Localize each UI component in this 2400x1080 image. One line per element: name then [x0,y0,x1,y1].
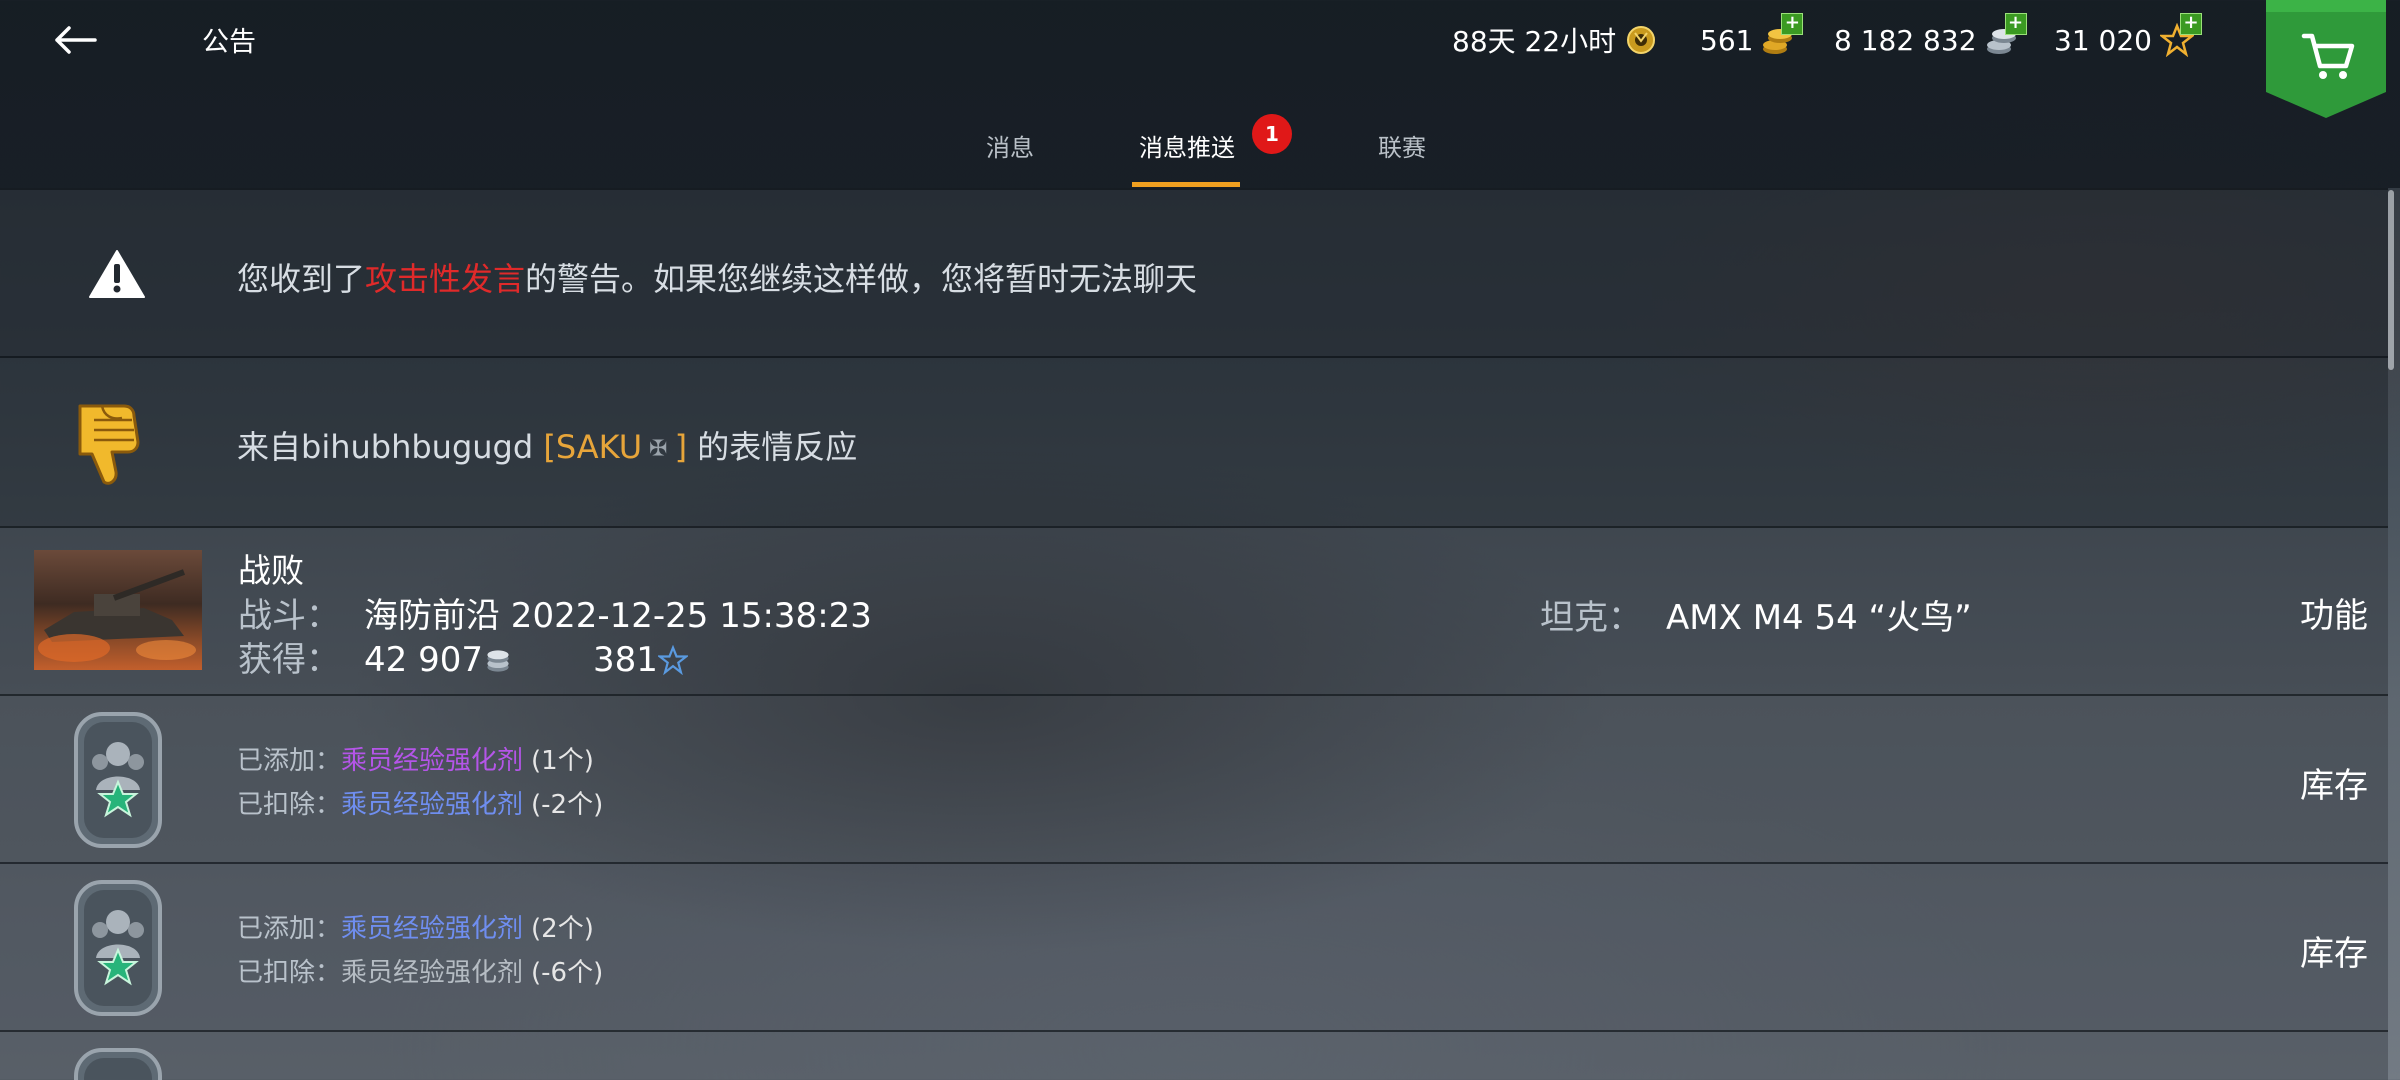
clan-tag: [SAKU ✠ ] [543,428,687,466]
battle-tank-line: 坦克： AMX M4 54 “火鸟” [1540,590,1972,639]
premium-time-value: 88天 22小时 [1452,25,1617,58]
inventory-button[interactable]: 库存 [2300,758,2368,807]
tab-notifications-label: 消息推送 [1139,134,1235,162]
page-title: 公告 [202,27,256,58]
tab-messages-label: 消息 [986,134,1034,162]
added-quantity: (1个) [531,746,594,776]
active-tab-indicator [1132,182,1240,187]
booster-added-line: 已添加：乘员经验强化剂 (2个) [237,908,594,945]
free-xp-display[interactable]: 31 020 + [2054,13,2202,60]
warning-triangle-icon [89,250,145,298]
added-label: 已添加： [237,746,342,776]
add-gold-button[interactable]: + [1781,13,1804,35]
clan-tag-text: [SAKU [543,428,643,466]
arrow-left-icon [55,26,97,54]
add-credits-button[interactable]: + [2004,13,2027,35]
add-free-xp-button[interactable]: + [2179,13,2202,35]
removed-quantity: (-6个) [531,958,604,988]
clan-emblem-icon: ✠ [642,436,675,462]
credits-value: 8 182 832 [1834,23,1977,57]
warning-message: 您收到了攻击性发言的警告。如果您继续这样做，您将暂时无法聊天 [237,254,1197,300]
crew-booster-dogtag-icon [74,712,162,848]
earned-label: 获得： [238,640,340,680]
battle-info-line: 战斗： 海防前沿 2022-12-25 15:38:23 [238,588,872,637]
gold-coins-icon: + [1761,13,1804,57]
gold-value: 561 [1700,23,1754,57]
back-button[interactable] [46,14,104,66]
xp-star-icon [656,644,690,676]
list-item-booster-1[interactable]: 已添加：乘员经验强化剂 (1个) 已扣除：乘员经验强化剂 (-2个) 库存 [0,694,2388,864]
clan-tag-close: ] [674,428,688,466]
crew-booster-dogtag-icon [74,1048,162,1080]
booster-added-line: 已添加：乘员经验强化剂 (1个) [237,740,594,777]
added-label: 已添加： [237,914,342,944]
tab-messages[interactable]: 消息 [970,128,1050,188]
added-item: 乘员经验强化剂 [341,914,524,944]
functions-button[interactable]: 功能 [2300,588,2368,637]
reaction-prefix: 来自bihubhbugugd [237,428,534,466]
premium-time-display[interactable]: 88天 22小时 [1452,20,1658,60]
battle-label: 战斗： [238,596,340,636]
free-xp-star-icon: + [2158,13,2202,58]
premium-account-icon [1624,23,1658,57]
booster-removed-line: 已扣除：乘员经验强化剂 (-2个) [237,784,603,821]
booster-removed-line: 已扣除：乘员经验强化剂 (-6个) [237,952,603,989]
credits-icon [487,650,509,672]
removed-quantity: (-2个) [531,790,604,820]
list-item-partial[interactable] [0,1030,2388,1080]
thumbs-down-icon [78,404,140,485]
scrollbar[interactable] [2388,190,2394,370]
battle-earned-line: 获得： 42 907 381 [238,632,690,681]
list-item-booster-2[interactable]: 已添加：乘员经验强化剂 (2个) 已扣除：乘员经验强化剂 (-6个) 库存 [0,862,2388,1032]
battle-result-title: 战败 [238,551,304,590]
removed-label: 已扣除： [237,790,342,820]
shop-button[interactable] [2266,0,2386,120]
removed-item: 乘员经验强化剂 [341,790,524,820]
crew-booster-dogtag-icon [74,880,162,1016]
xp-earned: 381 [592,640,658,680]
list-item-warning[interactable]: 您收到了攻击性发言的警告。如果您继续这样做，您将暂时无法聊天 [0,188,2388,358]
removed-label: 已扣除： [237,958,342,988]
free-xp-value: 31 020 [2054,23,2152,57]
notification-badge: 1 [1252,114,1292,154]
warning-suffix: 的警告。如果您继续这样做，您将暂时无法聊天 [525,260,1198,298]
credits-icon: + [1985,13,2027,57]
removed-item: 乘员经验强化剂 [341,958,524,988]
shopping-cart-icon [2266,0,2386,118]
credits-display[interactable]: 8 182 832 + [1834,13,2027,60]
inventory-button[interactable]: 库存 [2300,926,2368,975]
added-quantity: (2个) [531,914,594,944]
reaction-message: 来自bihubhbugugd [SAKU ✠ ] 的表情反应 [237,422,857,468]
top-bar: 公告 88天 22小时 561 + 8 182 832 + 31 020 + 消… [0,0,2400,188]
tab-league[interactable]: 联赛 [1362,128,1442,188]
tank-label: 坦克： [1540,598,1642,638]
warning-highlight: 攻击性发言 [365,260,526,298]
battle-thumbnail [34,550,202,670]
tank-name: AMX M4 54 “火鸟” [1666,598,1972,638]
list-item-reaction[interactable]: 来自bihubhbugugd [SAKU ✠ ] 的表情反应 [0,356,2388,528]
tab-league-label: 联赛 [1378,134,1426,162]
credits-earned: 42 907 [364,640,483,680]
battle-map-time: 海防前沿 2022-12-25 15:38:23 [364,596,872,636]
reaction-suffix: 的表情反应 [697,428,858,466]
gold-display[interactable]: 561 + [1700,13,1804,60]
warning-prefix: 您收到了 [237,260,366,298]
added-item: 乘员经验强化剂 [341,746,524,776]
tab-notifications[interactable]: 消息推送 [1126,128,1248,188]
list-item-battle-result[interactable]: 战败 战斗： 海防前沿 2022-12-25 15:38:23 获得： 42 907… [0,526,2388,696]
